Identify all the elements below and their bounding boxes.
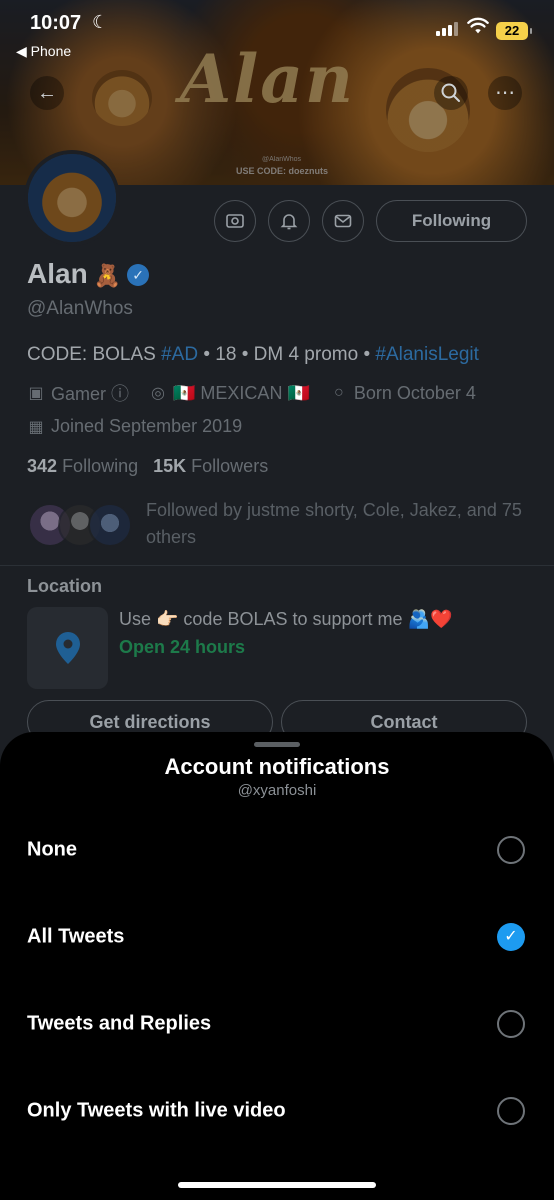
section-divider [0,565,554,566]
location-section-label: Location [27,576,102,596]
bio-text: • 18 • DM 4 promo • [198,344,376,365]
profile-category[interactable]: Gamer ⓘ [51,380,129,406]
followed-by-text[interactable]: Followed by justme shorty, Cole, Jakez, … [146,497,536,551]
teddy-bear-emoji: 🧸 [93,263,122,288]
profile-joined-row: ▦ Joined September 2019 [27,416,242,437]
notification-option-all-tweets[interactable]: All Tweets ✓ [0,902,554,972]
radio-button[interactable] [497,836,525,864]
message-envelope-icon[interactable] [322,200,364,242]
notification-bell-icon[interactable] [268,200,310,242]
radio-button[interactable] [497,1097,525,1125]
profile-handle: @AlanWhos [27,298,133,319]
option-label: Only Tweets with live video [27,1099,286,1122]
search-icon[interactable] [434,76,468,110]
sheet-subtitle: @xyanfoshi [237,782,317,799]
sheet-grabber-handle[interactable] [254,742,300,747]
back-to-app-link[interactable]: ◀ Phone [16,43,71,60]
bio-text: CODE: BOLAS [27,344,162,365]
radio-button[interactable] [497,1010,525,1038]
status-bar: 10:07 ☾ ◀ Phone 22 [0,0,554,62]
location-pin-icon: ◎ [151,385,165,402]
notification-option-tweets-and-replies[interactable]: Tweets and Replies [0,989,554,1059]
location-description: Use 👉🏻 code BOLAS to support me 🫂❤️ [119,609,453,629]
option-label: All Tweets [27,925,125,948]
checkmark-icon[interactable]: ✓ [497,923,525,951]
location-map-thumbnail[interactable] [27,607,108,689]
professional-tools-icon[interactable] [214,200,256,242]
home-indicator[interactable] [178,1182,376,1188]
map-pin-icon [55,632,80,664]
followed-by-avatars[interactable] [28,503,136,549]
wifi-icon [467,17,489,34]
profile-joined: Joined September 2019 [51,416,243,436]
following-button[interactable]: Following [376,200,527,242]
followers-count: 15K [153,456,187,476]
status-time: 10:07 [30,12,82,34]
profile-name-text: Alan [27,258,88,289]
avatar [88,503,132,547]
briefcase-icon: ▣ [28,385,44,402]
option-label: None [27,838,77,861]
battery-icon: 22 [496,22,532,40]
notification-option-none[interactable]: None [0,815,554,885]
following-label: Following [62,456,139,476]
moon-icon: ☾ [92,12,109,32]
profile-name: Alan 🧸 ✓ [27,258,150,290]
notification-option-live-video[interactable]: Only Tweets with live video [0,1076,554,1146]
sheet-title: Account notifications [164,754,390,779]
followers-label: Followers [191,456,269,476]
back-arrow-icon[interactable]: ← [30,76,64,110]
cellular-signal-icon [436,22,458,36]
balloon-icon: ○ [334,384,344,401]
verified-badge-icon: ✓ [127,264,150,286]
option-label: Tweets and Replies [27,1012,212,1035]
hashtag-link[interactable]: #AlanisLegit [375,344,479,365]
open-hours-status: Open 24 hours [119,637,246,657]
follow-counts[interactable]: 342 Following 15K Followers [27,456,268,477]
account-notifications-sheet: Account notifications @xyanfoshi None Al… [0,732,554,1200]
following-count: 342 [27,456,58,476]
profile-location: 🇲🇽 MEXICAN 🇲🇽 [173,382,310,403]
profile-birthday: Born October 4 [353,382,476,403]
hashtag-link[interactable]: #AD [161,344,198,365]
more-options-icon[interactable]: ⋯ [488,76,522,110]
avatar[interactable] [24,150,120,246]
profile-bio: CODE: BOLAS #AD • 18 • DM 4 promo • #Ala… [27,344,479,366]
calendar-icon: ▦ [28,418,44,436]
profile-meta-row: ▣ Gamer ⓘ ◎ 🇲🇽 MEXICAN 🇲🇽 ○ Born October… [27,380,476,406]
